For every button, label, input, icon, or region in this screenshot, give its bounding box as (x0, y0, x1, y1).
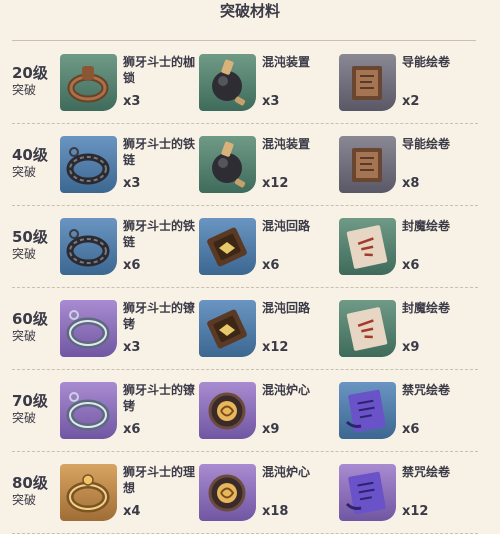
level-label: 50级 突破 (12, 228, 56, 262)
level-label: 20级 突破 (12, 64, 56, 98)
material-name: 混沌装置 (262, 137, 311, 151)
fetters-icon (60, 382, 117, 439)
material-item[interactable]: 狮牙斗士的镣铐 x3 (60, 300, 200, 360)
material-name: 禁咒绘卷 (402, 383, 451, 397)
tier-row: 80级 突破 狮牙斗士的理想 x4 混沌炉心 x18 禁咒绘卷 x12 (12, 452, 478, 534)
forbidden-scroll-icon (339, 382, 396, 439)
header-divider (12, 40, 476, 41)
material-count: x9 (402, 340, 420, 355)
material-item[interactable]: 混沌回路 x12 (199, 300, 339, 360)
chaos-core-icon (199, 464, 256, 521)
material-name: 狮牙斗士的镣铐 (123, 301, 196, 331)
scroll-icon (339, 136, 396, 193)
fetters-icon (60, 300, 117, 357)
material-count: x6 (262, 258, 280, 273)
material-name: 封魔绘卷 (402, 301, 451, 315)
iron-chain-icon (60, 218, 117, 275)
material-item[interactable]: 狮牙斗士的铁链 x3 (60, 136, 200, 196)
material-name: 狮牙斗士的枷锁 (123, 55, 196, 85)
material-count: x6 (123, 422, 141, 437)
level-number: 20级 (12, 64, 48, 82)
material-count: x4 (123, 504, 141, 519)
material-item[interactable]: 混沌炉心 x18 (199, 464, 339, 524)
material-item[interactable]: 狮牙斗士的枷锁 x3 (60, 54, 200, 114)
material-item[interactable]: 混沌回路 x6 (199, 218, 339, 278)
scroll-icon (339, 54, 396, 111)
material-item[interactable]: 混沌装置 x3 (199, 54, 339, 114)
material-name: 混沌回路 (262, 219, 311, 233)
iron-chain-icon (60, 136, 117, 193)
material-count: x3 (123, 94, 141, 109)
forbidden-scroll-icon (339, 464, 396, 521)
material-count: x18 (262, 504, 289, 519)
material-item[interactable]: 禁咒绘卷 x6 (339, 382, 479, 442)
page-title: 突破材料 (219, 2, 280, 20)
material-count: x6 (402, 422, 420, 437)
material-name: 导能绘卷 (402, 137, 451, 151)
sealed-scroll-icon (339, 218, 396, 275)
tier-row: 40级 突破 狮牙斗士的铁链 x3 混沌装置 x12 导能绘卷 x8 (12, 124, 478, 206)
level-label: 40级 突破 (12, 146, 56, 180)
material-count: x12 (402, 504, 429, 519)
chaos-device-icon (199, 54, 256, 111)
level-caption: 突破 (12, 247, 37, 261)
level-number: 70级 (12, 392, 48, 410)
tier-row: 50级 突破 狮牙斗士的铁链 x6 混沌回路 x6 封魔绘卷 x6 (12, 206, 478, 288)
material-name: 狮牙斗士的镣铐 (123, 383, 196, 413)
level-caption: 突破 (12, 83, 37, 97)
material-item[interactable]: 导能绘卷 x8 (339, 136, 479, 196)
level-caption: 突破 (12, 411, 37, 425)
level-label: 60级 突破 (12, 310, 56, 344)
material-count: x3 (123, 340, 141, 355)
level-label: 80级 突破 (12, 474, 56, 508)
shackle-icon (60, 54, 117, 111)
material-name: 混沌炉心 (262, 383, 311, 397)
material-count: x8 (402, 176, 420, 191)
material-item[interactable]: 狮牙斗士的铁链 x6 (60, 218, 200, 278)
tier-row: 60级 突破 狮牙斗士的镣铐 x3 混沌回路 x12 封魔绘卷 x9 (12, 288, 478, 370)
level-caption: 突破 (12, 165, 37, 179)
material-name: 狮牙斗士的理想 (123, 465, 196, 495)
chaos-core-icon (199, 382, 256, 439)
tier-row: 20级 突破 狮牙斗士的枷锁 x3 混沌装置 x3 导能绘卷 x2 (12, 42, 478, 124)
material-count: x9 (262, 422, 280, 437)
material-count: x12 (262, 340, 289, 355)
material-name: 混沌装置 (262, 55, 311, 69)
material-name: 混沌回路 (262, 301, 311, 315)
material-item[interactable]: 狮牙斗士的理想 x4 (60, 464, 200, 524)
chaos-circuit-icon (199, 218, 256, 275)
material-item[interactable]: 混沌装置 x12 (199, 136, 339, 196)
level-number: 60级 (12, 310, 48, 328)
level-number: 80级 (12, 474, 48, 492)
material-count: x12 (262, 176, 289, 191)
material-name: 封魔绘卷 (402, 219, 451, 233)
material-name: 狮牙斗士的铁链 (123, 219, 196, 249)
material-name: 混沌炉心 (262, 465, 311, 479)
material-count: x6 (402, 258, 420, 273)
level-number: 50级 (12, 228, 48, 246)
level-number: 40级 (12, 146, 48, 164)
material-count: x3 (123, 176, 141, 191)
material-name: 禁咒绘卷 (402, 465, 451, 479)
level-caption: 突破 (12, 329, 37, 343)
material-count: x3 (262, 94, 280, 109)
material-name: 导能绘卷 (402, 55, 451, 69)
level-label: 70级 突破 (12, 392, 56, 426)
material-name: 狮牙斗士的铁链 (123, 137, 196, 167)
sealed-scroll-icon (339, 300, 396, 357)
ideal-icon (60, 464, 117, 521)
chaos-circuit-icon (199, 300, 256, 357)
material-item[interactable]: 封魔绘卷 x9 (339, 300, 479, 360)
chaos-device-icon (199, 136, 256, 193)
level-caption: 突破 (12, 493, 37, 507)
material-item[interactable]: 禁咒绘卷 x12 (339, 464, 479, 524)
material-count: x2 (402, 94, 420, 109)
material-item[interactable]: 导能绘卷 x2 (339, 54, 479, 114)
material-item[interactable]: 混沌炉心 x9 (199, 382, 339, 442)
material-count: x6 (123, 258, 141, 273)
material-item[interactable]: 封魔绘卷 x6 (339, 218, 479, 278)
material-item[interactable]: 狮牙斗士的镣铐 x6 (60, 382, 200, 442)
tier-row: 70级 突破 狮牙斗士的镣铐 x6 混沌炉心 x9 禁咒绘卷 x6 (12, 370, 478, 452)
